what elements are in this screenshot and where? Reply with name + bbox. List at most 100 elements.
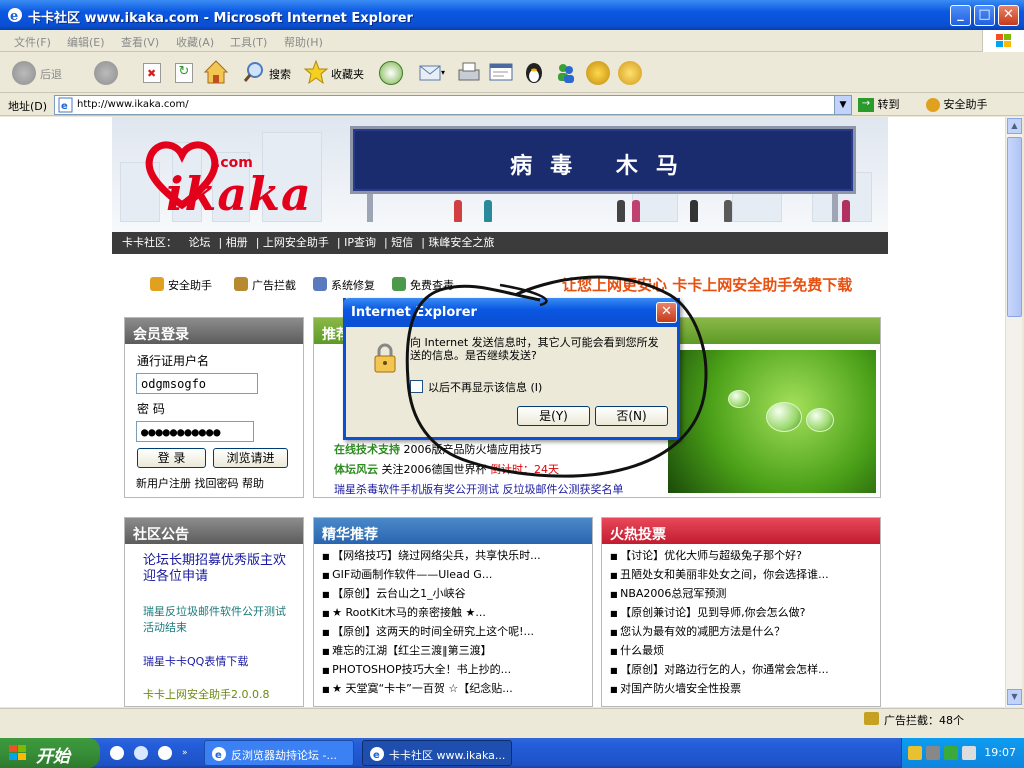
recommend-item[interactable]: 体坛风云 关注2006德国世界杯 倒计时：24天 xyxy=(334,461,559,477)
menu-tools[interactable]: 工具(T) xyxy=(230,34,267,50)
home-button[interactable] xyxy=(203,59,229,87)
menu-edit[interactable]: 编辑(E) xyxy=(67,34,105,50)
print-button[interactable] xyxy=(456,59,482,87)
nav-forum[interactable]: 论坛 xyxy=(189,232,211,254)
rising-lion-button[interactable] xyxy=(585,59,611,87)
window-title: 卡卡社区 www.ikaka.com - Microsoft Internet … xyxy=(28,11,413,26)
messenger-button[interactable] xyxy=(553,59,579,87)
taskbar-item-ikaka[interactable]: e 卡卡社区 www.ikaka... xyxy=(362,740,512,766)
go-button[interactable]: → 转到 xyxy=(858,96,900,112)
recover-password-link[interactable]: 找回密码 xyxy=(195,477,239,490)
list-item[interactable]: ★ 天堂寞“卡卡”一百贺 ☆【纪念贴... xyxy=(322,679,541,698)
tray-icon[interactable] xyxy=(962,746,976,760)
start-button[interactable]: 开始 xyxy=(0,738,100,768)
address-dropdown-icon[interactable]: ▼ xyxy=(834,96,851,114)
recommend-bottom-links[interactable]: 瑞星杀毒软件手机版有奖公开测试 反垃圾邮件公测获奖名单 xyxy=(334,481,624,497)
quick-safety[interactable]: 安全助手 xyxy=(168,277,212,293)
forward-button[interactable] xyxy=(92,59,122,87)
history-button[interactable] xyxy=(379,59,405,87)
taskbar-item-forum[interactable]: e 反浏览器劫持论坛 -... xyxy=(204,740,354,766)
list-item[interactable]: 难忘的江湖【红尘三渡‖第三渡】 xyxy=(322,641,541,660)
quicklaunch-player-icon[interactable] xyxy=(158,746,172,760)
list-item[interactable]: 【讨论】优化大师与超级兔子那个好? xyxy=(610,546,829,565)
quick-repair[interactable]: 系统修复 xyxy=(331,277,375,293)
close-button[interactable]: ✕ xyxy=(998,5,1019,26)
recommend-item[interactable]: 在线技术支持 2006版产品防火墙应用技巧 xyxy=(334,441,542,457)
list-item[interactable]: 丑陋处女和美丽非处女之间，你会选择谁... xyxy=(610,565,829,584)
address-input[interactable]: e http://www.ikaka.com/ ▼ xyxy=(54,95,852,115)
back-button[interactable]: 后退 xyxy=(10,59,70,87)
scroll-thumb[interactable] xyxy=(1007,137,1022,317)
dont-show-label[interactable]: 以后不再显示该信息 (I) xyxy=(428,379,542,395)
help-link[interactable]: 帮助 xyxy=(242,477,264,490)
yes-button[interactable]: 是(Y) xyxy=(517,406,590,426)
vertical-scrollbar[interactable]: ▲ ▼ xyxy=(1005,117,1022,707)
list-item[interactable]: GIF动画制作软件——Ulead G... xyxy=(322,565,541,584)
scroll-down-icon[interactable]: ▼ xyxy=(1007,689,1022,705)
refresh-button[interactable]: ↻ xyxy=(172,59,196,87)
notice-item[interactable]: 卡卡上网安全助手2.0.0.8 xyxy=(143,686,269,702)
edit-button[interactable] xyxy=(488,59,514,87)
nav-everest[interactable]: 珠峰安全之旅 xyxy=(428,232,494,254)
title-bar[interactable]: e 卡卡社区 www.ikaka.com - Microsoft Interne… xyxy=(0,0,1024,30)
minimize-button[interactable]: _ xyxy=(950,5,971,26)
quicklaunch-ie-icon[interactable] xyxy=(110,746,124,760)
menu-file[interactable]: 文件(F) xyxy=(14,34,51,50)
slogan-link[interactable]: 让您上网更安心 卡卡上网安全助手免费下载 xyxy=(562,274,852,295)
favorites-button[interactable]: 收藏夹 xyxy=(303,59,371,87)
quicklaunch-media-icon[interactable] xyxy=(134,746,148,760)
printer-icon xyxy=(458,62,480,81)
svg-text:e: e xyxy=(61,101,68,112)
mail-button[interactable]: ▾ xyxy=(418,59,448,87)
stop-icon: ✖ xyxy=(143,63,161,83)
notice-item[interactable]: 瑞星卡卡QQ表情下载 xyxy=(143,653,248,669)
list-item[interactable]: 【原创】这两天的时间全研究上这个呢!... xyxy=(322,622,541,641)
nav-safety[interactable]: 上网安全助手 xyxy=(263,232,329,254)
dialog-close-button[interactable]: ✕ xyxy=(656,302,677,323)
scroll-up-icon[interactable]: ▲ xyxy=(1007,118,1022,134)
browse-button[interactable]: 浏览请进 xyxy=(213,448,288,468)
quicklaunch-expand-icon[interactable]: » xyxy=(182,748,188,758)
list-item[interactable]: 【原创】云台山之1_小峡谷 xyxy=(322,584,541,603)
register-link[interactable]: 新用户注册 xyxy=(136,477,191,490)
dont-show-checkbox[interactable] xyxy=(410,380,423,393)
list-item[interactable]: 【原创】对路边行乞的人，你通常会怎样... xyxy=(610,660,829,679)
site-logo[interactable]: ikaka xyxy=(166,167,312,221)
qq-button[interactable] xyxy=(521,59,547,87)
list-item[interactable]: 对国产防火墙安全性投票 xyxy=(610,679,829,698)
stop-button[interactable]: ✖ xyxy=(140,59,164,87)
list-item[interactable]: 什么最烦 xyxy=(610,641,829,660)
list-item[interactable]: ★ RootKit木马的亲密接触 ★... xyxy=(322,603,541,622)
list-item[interactable]: 【原创兼讨论】见到导师,你会怎么做? xyxy=(610,603,829,622)
notice-item[interactable]: 论坛长期招募优秀版主欢迎各位申请 xyxy=(143,553,295,585)
nav-album[interactable]: 相册 xyxy=(226,232,248,254)
username-input[interactable] xyxy=(136,373,258,394)
lion-icon xyxy=(618,61,642,85)
maximize-button[interactable]: □ xyxy=(974,5,995,26)
tray-icon[interactable] xyxy=(944,746,958,760)
password-input[interactable] xyxy=(136,421,254,442)
tray-icon[interactable] xyxy=(926,746,940,760)
search-icon xyxy=(243,62,263,82)
safety-helper-button[interactable]: 安全助手 xyxy=(926,96,988,112)
username-label: 通行证用户名 xyxy=(137,354,210,368)
list-item[interactable]: NBA2006总冠军预测 xyxy=(610,584,829,603)
quick-adblock[interactable]: 广告拦截 xyxy=(252,277,296,293)
rising-lion-button-2[interactable] xyxy=(617,59,643,87)
quick-scan[interactable]: 免费查毒 xyxy=(410,277,454,293)
notice-item[interactable]: 瑞星反垃圾邮件软件公开测试活动结束 xyxy=(143,604,295,636)
nav-sms[interactable]: 短信 xyxy=(391,232,413,254)
list-item[interactable]: 您认为最有效的减肥方法是什么？ xyxy=(610,622,829,641)
list-item[interactable]: PHOTOSHOP技巧大全！书上抄的... xyxy=(322,660,541,679)
menu-help[interactable]: 帮助(H) xyxy=(284,34,323,50)
menu-favorites[interactable]: 收藏(A) xyxy=(176,34,214,50)
tray-icon[interactable] xyxy=(908,746,922,760)
nav-ip[interactable]: IP查询 xyxy=(344,232,376,254)
no-button[interactable]: 否(N) xyxy=(595,406,668,426)
featured-title: 精华推荐 xyxy=(314,518,592,544)
list-item[interactable]: 【网络技巧】绕过网络尖兵，共享快乐时... xyxy=(322,546,541,565)
login-button[interactable]: 登 录 xyxy=(137,448,206,468)
search-button[interactable]: 搜索 xyxy=(243,59,299,87)
menu-view[interactable]: 查看(V) xyxy=(121,34,159,50)
dialog-title-bar[interactable]: Internet Explorer ✕ xyxy=(343,298,680,327)
